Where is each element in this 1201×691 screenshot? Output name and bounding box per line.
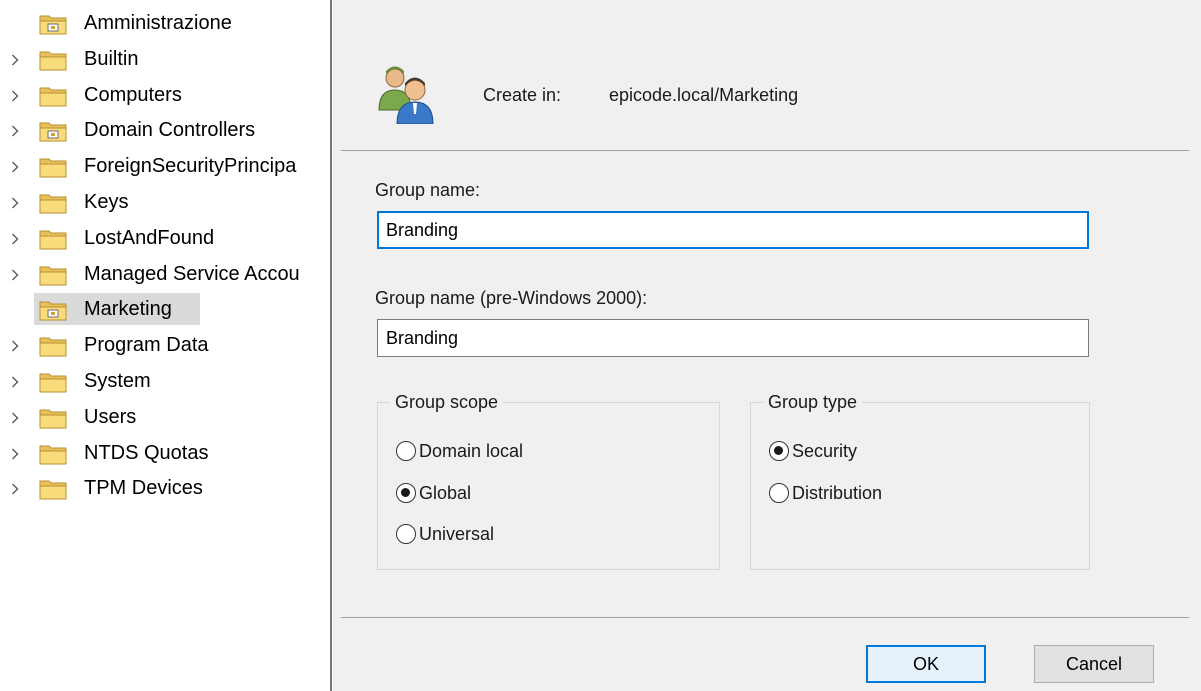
folder-icon: [39, 443, 67, 465]
folder-icon: [39, 228, 67, 250]
folder-icon: [39, 371, 67, 393]
group-users-icon: [373, 62, 439, 125]
radio-label: Global: [419, 483, 472, 503]
tree-item-tpm-devices[interactable]: TPM Devices: [0, 471, 330, 505]
group-type-title: Group type: [763, 391, 863, 413]
radio-label: Domain local: [419, 441, 524, 461]
folder-icon: [39, 264, 67, 286]
folder-icon: [39, 407, 67, 429]
separator-bottom: [341, 617, 1189, 618]
tree-item-label: TPM Devices: [84, 477, 203, 500]
folder-icon: [39, 335, 67, 357]
tree-item-foreignsecurityprincipa[interactable]: ForeignSecurityPrincipa: [0, 149, 330, 183]
folder-icon: [39, 192, 67, 214]
tree-item-label: Marketing: [84, 298, 172, 321]
tree-item-label: Users: [84, 405, 137, 428]
tree-item-label: Domain Controllers: [84, 119, 256, 142]
tree-item-label: LostAndFound: [84, 226, 215, 249]
radio-label: Universal: [419, 524, 495, 544]
pane-divider[interactable]: [330, 0, 332, 691]
tree-item-label: Computers: [84, 83, 182, 106]
radio-button[interactable]: [396, 483, 416, 503]
create-in-path: epicode.local/Marketing: [609, 85, 799, 105]
group-name-label: Group name:: [375, 180, 481, 200]
radio-selected-dot: [774, 446, 783, 455]
ou-folder-icon: [39, 299, 67, 321]
ou-folder-icon: [39, 13, 67, 35]
tree-item-ntds-quotas[interactable]: NTDS Quotas: [0, 436, 330, 470]
chevron-right-icon[interactable]: [9, 233, 21, 245]
chevron-right-icon[interactable]: [9, 448, 21, 460]
radio-button[interactable]: [396, 441, 416, 461]
tree-item-builtin[interactable]: Builtin: [0, 42, 330, 76]
new-group-dialog: Create in: epicode.local/Marketing Group…: [333, 0, 1201, 691]
chevron-right-icon[interactable]: [9, 125, 21, 137]
group-name-pre2000-input[interactable]: [377, 319, 1089, 357]
chevron-right-icon[interactable]: [9, 340, 21, 352]
tree-item-label: Builtin: [84, 47, 139, 70]
tree-item-lostandfound[interactable]: LostAndFound: [0, 221, 330, 255]
ok-button[interactable]: OK: [866, 645, 986, 683]
tree-item-label: Keys: [84, 191, 129, 213]
radio-button[interactable]: [396, 524, 416, 544]
cancel-button[interactable]: Cancel: [1034, 645, 1154, 683]
folder-icon: [39, 478, 67, 500]
chevron-right-icon[interactable]: [9, 54, 21, 66]
tree-item-label: Managed Service Accou: [84, 262, 300, 285]
chevron-right-icon[interactable]: [9, 269, 21, 281]
chevron-right-icon[interactable]: [9, 161, 21, 173]
radio-label: Distribution: [792, 483, 883, 503]
group-name-input[interactable]: [377, 211, 1089, 249]
group-type-box: Group type Security Distribution: [750, 391, 1090, 570]
tree-item-users[interactable]: Users: [0, 400, 330, 434]
group-scope-title: Group scope: [390, 391, 504, 413]
folder-icon: [39, 156, 67, 178]
chevron-right-icon[interactable]: [9, 90, 21, 102]
radio-button[interactable]: [769, 441, 789, 461]
group-scope-box: Group scope Domain local Global Universal: [377, 391, 720, 570]
folder-icon: [39, 49, 67, 71]
tree-item-program-data[interactable]: Program Data: [0, 328, 330, 362]
group-name-pre2000-label: Group name (pre-Windows 2000):: [375, 288, 648, 308]
tree-item-keys[interactable]: Keys: [0, 185, 330, 219]
tree-item-label: ForeignSecurityPrincipa: [84, 155, 297, 178]
chevron-right-icon[interactable]: [9, 197, 21, 209]
chevron-right-icon[interactable]: [9, 483, 21, 495]
tree-item-label: NTDS Quotas: [84, 441, 209, 464]
tree-item-domain-controllers[interactable]: Domain Controllers: [0, 113, 330, 147]
tree-item-marketing[interactable]: Marketing: [0, 292, 330, 326]
tree-item-label: Program Data: [84, 334, 209, 357]
separator-top: [341, 150, 1189, 151]
tree-item-computers[interactable]: Computers: [0, 78, 330, 112]
tree-item-amministrazione[interactable]: Amministrazione: [0, 6, 330, 40]
tree-pane: Amministrazione Builtin Computers Domain Co…: [0, 0, 330, 691]
tree-item-system[interactable]: System: [0, 364, 330, 398]
create-in-label: Create in:: [483, 85, 562, 105]
folder-icon: [39, 85, 67, 107]
tree-item-label: Amministrazione: [84, 12, 232, 34]
tree-item-label: System: [84, 370, 151, 392]
ou-folder-icon: [39, 120, 67, 142]
chevron-right-icon[interactable]: [9, 412, 21, 424]
radio-button[interactable]: [769, 483, 789, 503]
radio-selected-dot: [401, 488, 410, 497]
tree-item-managed-service-accou[interactable]: Managed Service Accou: [0, 257, 330, 291]
radio-label: Security: [792, 441, 858, 461]
chevron-right-icon[interactable]: [9, 376, 21, 388]
